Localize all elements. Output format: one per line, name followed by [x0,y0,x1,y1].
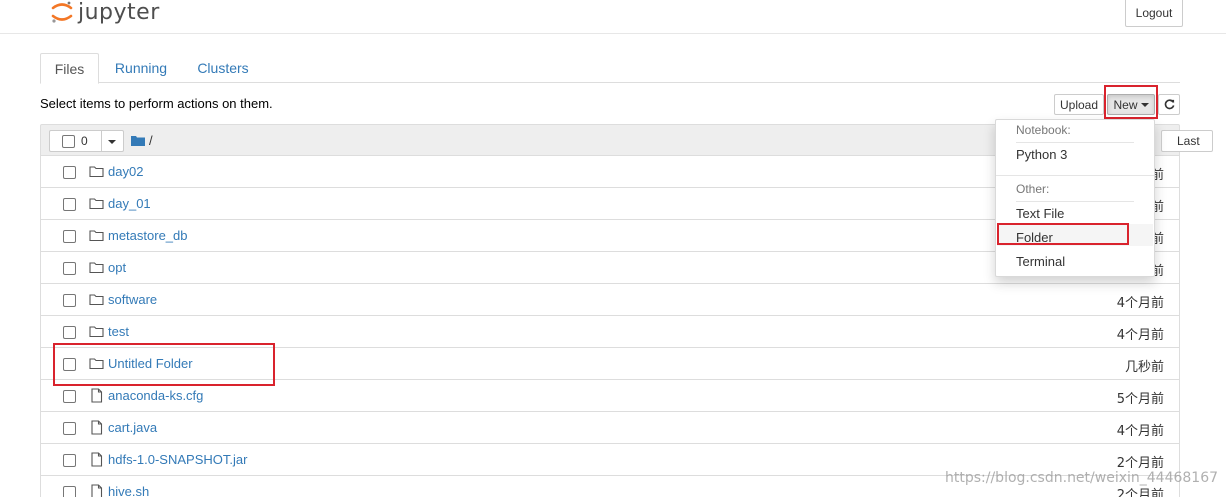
divider [101,131,102,151]
tab-clusters[interactable]: Clusters [190,53,256,83]
new-dropdown-menu: Notebook: Python 3 Other: Text File Fold… [995,119,1155,277]
folder-menu-highlight [997,223,1129,245]
list-item[interactable]: cart.java 4个月前 [40,412,1180,444]
item-name-link[interactable]: day02 [108,164,143,179]
tab-bar: Files Running Clusters [40,53,1180,84]
item-checkbox[interactable] [63,294,76,307]
item-modified-time: 4个月前 [1116,328,1164,343]
item-name-link[interactable]: hive.sh [108,484,149,497]
tab-files[interactable]: Files [40,53,99,84]
new-button-highlight [1104,85,1158,119]
sort-last-modified-button[interactable]: Last Modified [1161,130,1213,152]
item-name-link[interactable]: opt [108,260,126,275]
folder-icon [89,196,104,211]
untitled-folder-highlight [53,343,275,386]
item-checkbox[interactable] [63,326,76,339]
file-icon [89,484,104,497]
item-checkbox[interactable] [63,230,76,243]
breadcrumb-root[interactable]: / [149,133,153,148]
item-modified-time: 5个月前 [1116,392,1164,407]
refresh-icon [1164,99,1174,110]
item-name-link[interactable]: metastore_db [108,228,188,243]
item-checkbox[interactable] [63,166,76,179]
menu-item-terminal[interactable]: Terminal [1016,254,1065,269]
file-icon [89,452,104,467]
item-name-link[interactable]: test [108,324,129,339]
menu-item-python3[interactable]: Python 3 [1016,147,1067,162]
chevron-down-icon[interactable] [108,140,116,144]
item-checkbox[interactable] [63,486,76,497]
upload-button[interactable]: Upload [1054,94,1104,115]
selection-hint: Select items to perform actions on them. [40,96,273,111]
divider [996,175,1154,176]
item-checkbox[interactable] [63,262,76,275]
breadcrumb[interactable]: / [131,133,153,148]
jupyter-logo-icon [51,1,73,23]
item-checkbox[interactable] [63,198,76,211]
item-modified-time: 2个月前 [1116,456,1164,471]
item-checkbox[interactable] [63,454,76,467]
menu-item-text-file[interactable]: Text File [1016,206,1064,221]
file-icon [89,388,104,403]
divider [1016,201,1134,202]
other-header: Other: [1016,182,1050,196]
divider [1016,142,1134,143]
item-name-link[interactable]: cart.java [108,420,157,435]
refresh-button[interactable] [1158,94,1180,115]
list-item[interactable]: software 4个月前 [40,284,1180,316]
folder-icon [89,324,104,339]
item-modified-time: 4个月前 [1116,296,1164,311]
watermark-text: https://blog.csdn.net/weixin_44468167 [945,470,1219,486]
folder-icon [131,136,145,146]
header: jupyter Logout [0,0,1226,34]
logo-text: jupyter [78,0,160,25]
item-name-link[interactable]: hdfs-1.0-SNAPSHOT.jar [108,452,247,467]
item-modified-time: 几秒前 [1124,360,1164,375]
selected-count: 0 [81,134,88,148]
item-checkbox[interactable] [63,422,76,435]
folder-icon [89,292,104,307]
folder-icon [89,260,104,275]
select-all-group[interactable]: 0 [49,130,124,152]
folder-icon [89,164,104,179]
folder-icon [89,228,104,243]
item-name-link[interactable]: software [108,292,157,307]
logout-button[interactable]: Logout [1125,0,1183,27]
item-name-link[interactable]: day_01 [108,196,151,211]
file-icon [89,420,104,435]
tab-running[interactable]: Running [106,53,176,83]
jupyter-logo[interactable]: jupyter [50,0,160,27]
item-name-link[interactable]: anaconda-ks.cfg [108,388,203,403]
notebook-header: Notebook: [1016,123,1071,137]
item-checkbox[interactable] [63,390,76,403]
select-all-checkbox[interactable] [62,135,75,148]
item-modified-time: 4个月前 [1116,424,1164,439]
